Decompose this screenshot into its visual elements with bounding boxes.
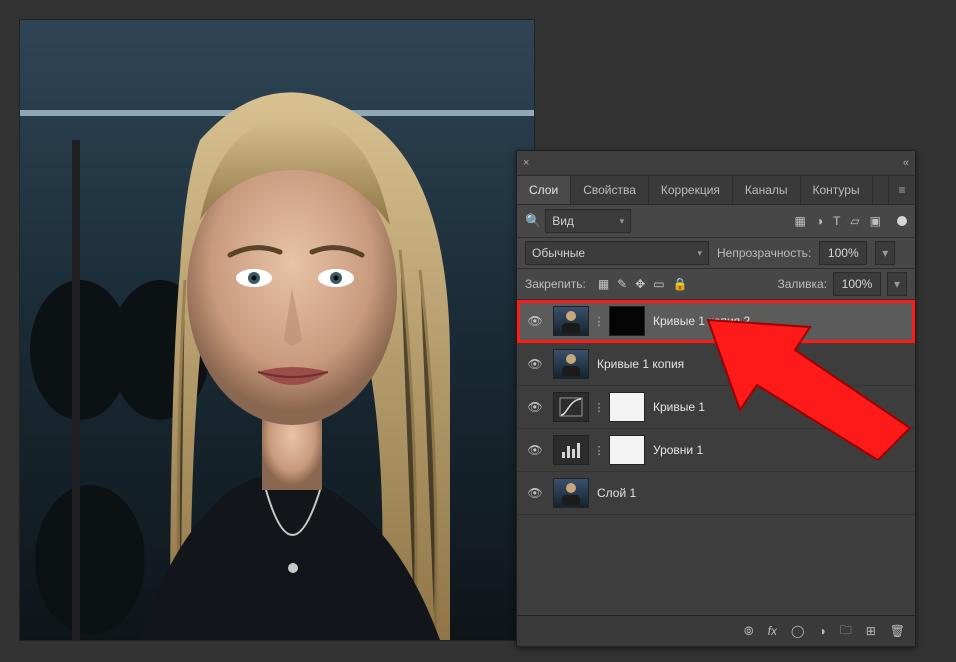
layer-mask-thumbnail[interactable] <box>609 435 645 465</box>
adjustment-thumbnail[interactable] <box>553 392 589 422</box>
lock-all-icon[interactable]: 🔒 <box>673 277 688 291</box>
layer-kind-label: Вид <box>552 214 574 228</box>
collapse-icon[interactable]: « <box>903 157 909 169</box>
search-icon[interactable]: 🔍 <box>525 213 541 229</box>
blend-opacity-row: Обычные ▾ Непрозрачность: 100% ▾ <box>517 238 915 269</box>
mask-link-icon[interactable]: ⋮ <box>593 436 605 464</box>
chevron-down-icon: ▾ <box>620 216 625 227</box>
filter-pixel-icon[interactable]: ▦ <box>794 214 805 228</box>
new-layer-icon[interactable]: ⊞ <box>866 624 876 638</box>
chevron-down-icon: ▾ <box>697 248 702 259</box>
visibility-eye-icon[interactable]: 👁 <box>525 354 545 374</box>
layer-row[interactable]: 👁 ⋮ Уровни 1 <box>517 429 915 472</box>
layers-panel: × « СлоиСвойстваКоррекцияКаналыКонтуры ≡… <box>516 150 916 647</box>
layers-list: 👁 ⋮ Кривые 1 копия 2 👁 Кривые 1 копия 👁 ⋮ Кривы… <box>517 300 915 615</box>
visibility-eye-icon[interactable]: 👁 <box>525 397 545 417</box>
layer-name[interactable]: Кривые 1 <box>653 400 705 414</box>
visibility-eye-icon[interactable]: 👁 <box>525 483 545 503</box>
panel-tabs: СлоиСвойстваКоррекцияКаналыКонтуры ≡ <box>517 176 915 205</box>
delete-layer-icon[interactable]: 🗑 <box>890 624 905 638</box>
fill-field[interactable]: 100% <box>833 272 881 296</box>
blend-mode-value: Обычные <box>532 246 585 260</box>
layer-mask-thumbnail[interactable] <box>609 392 645 422</box>
adjustment-thumbnail[interactable] <box>553 435 589 465</box>
layer-style-icon[interactable]: fx <box>768 624 777 638</box>
fill-label: Заливка: <box>777 277 827 291</box>
opacity-stepper[interactable]: ▾ <box>875 241 895 265</box>
layer-thumbnail[interactable] <box>553 478 589 508</box>
lock-brush-icon[interactable]: ✎ <box>617 277 627 291</box>
tabs-spacer <box>873 176 888 204</box>
filter-shape-icon[interactable]: ▱ <box>850 214 859 228</box>
layer-kind-select[interactable]: Вид ▾ <box>545 209 631 233</box>
layer-thumbnails: ⋮ <box>553 392 645 422</box>
new-adjustment-icon[interactable]: ◑ <box>818 624 825 638</box>
layer-name[interactable]: Уровни 1 <box>653 443 703 457</box>
opacity-value: 100% <box>828 246 859 260</box>
filter-row: 🔍 Вид ▾ ▦ ◑ T ▱ ▣ <box>517 205 915 238</box>
panel-menu-icon[interactable]: ≡ <box>888 176 915 204</box>
opacity-field[interactable]: 100% <box>819 241 867 265</box>
fill-value: 100% <box>842 277 873 291</box>
layer-thumbnails <box>553 349 589 379</box>
panel-titlebar: × « <box>517 151 915 176</box>
lock-label: Закрепить: <box>525 277 586 291</box>
filter-type-icon[interactable]: T <box>833 214 840 228</box>
filter-smart-icon[interactable]: ▣ <box>870 214 881 228</box>
layer-name[interactable]: Кривые 1 копия 2 <box>653 314 750 328</box>
lock-pixels-icon[interactable]: ▦ <box>598 277 609 291</box>
add-mask-icon[interactable]: ◯ <box>791 624 804 638</box>
layer-mask-thumbnail[interactable] <box>609 306 645 336</box>
close-icon[interactable]: × <box>523 157 529 169</box>
lock-fill-row: Закрепить: ▦ ✎ ✥ ▭ 🔒 Заливка: 100% ▾ <box>517 269 915 300</box>
mask-link-icon[interactable]: ⋮ <box>593 307 605 335</box>
layer-thumbnails: ⋮ <box>553 306 645 336</box>
layer-thumbnails: ⋮ <box>553 435 645 465</box>
visibility-eye-icon[interactable]: 👁 <box>525 311 545 331</box>
layer-row[interactable]: 👁 Кривые 1 копия <box>517 343 915 386</box>
lock-artboard-icon[interactable]: ▭ <box>653 277 664 291</box>
tab-контуры[interactable]: Контуры <box>801 176 873 204</box>
lock-position-icon[interactable]: ✥ <box>635 277 645 291</box>
tab-свойства[interactable]: Свойства <box>571 176 649 204</box>
layer-name[interactable]: Слой 1 <box>597 486 636 500</box>
layer-row[interactable]: 👁 ⋮ Кривые 1 <box>517 386 915 429</box>
tab-коррекция[interactable]: Коррекция <box>649 176 733 204</box>
layer-thumbnail[interactable] <box>553 349 589 379</box>
panel-bottom-bar: ⦾ fx ◯ ◑ 🗀 ⊞ 🗑 <box>517 615 915 646</box>
filter-toggle-icon[interactable] <box>897 216 907 226</box>
tab-слои[interactable]: Слои <box>517 176 571 204</box>
layer-row[interactable]: 👁 Слой 1 <box>517 472 915 515</box>
layer-name[interactable]: Кривые 1 копия <box>597 357 684 371</box>
filter-adjust-icon[interactable]: ◑ <box>816 214 823 228</box>
tab-каналы[interactable]: Каналы <box>733 176 801 204</box>
opacity-label: Непрозрачность: <box>717 246 811 260</box>
visibility-eye-icon[interactable]: 👁 <box>525 440 545 460</box>
link-layers-icon[interactable]: ⦾ <box>744 624 754 639</box>
fill-stepper[interactable]: ▾ <box>887 272 907 296</box>
blend-mode-select[interactable]: Обычные ▾ <box>525 241 709 265</box>
layer-row[interactable]: 👁 ⋮ Кривые 1 копия 2 <box>517 300 915 343</box>
mask-link-icon[interactable]: ⋮ <box>593 393 605 421</box>
new-group-icon[interactable]: 🗀 <box>840 621 852 642</box>
document-canvas[interactable] <box>20 20 534 640</box>
layer-thumbnails <box>553 478 589 508</box>
layer-thumbnail[interactable] <box>553 306 589 336</box>
